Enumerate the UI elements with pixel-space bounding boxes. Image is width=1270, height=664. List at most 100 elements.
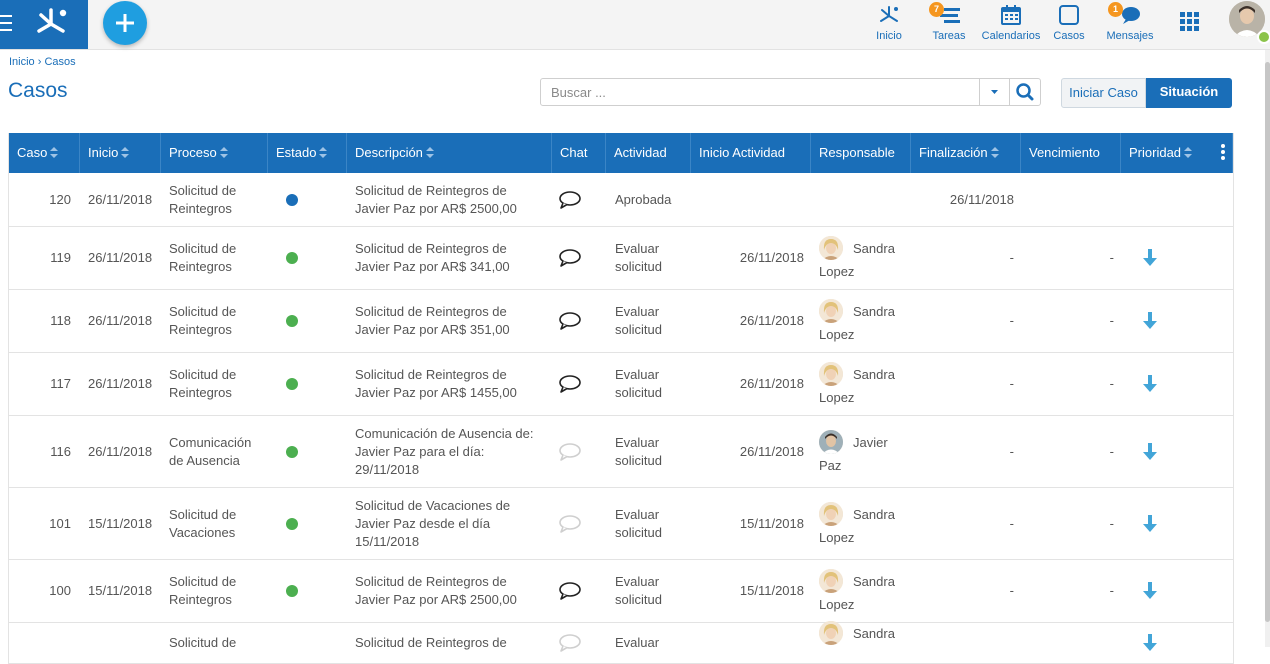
cases-icon xyxy=(1059,5,1079,25)
search-input[interactable] xyxy=(540,78,980,106)
sort-icon[interactable] xyxy=(1184,147,1193,158)
status-dot xyxy=(286,378,298,390)
chat-icon[interactable] xyxy=(558,581,582,601)
responsible-last-name: Lopez xyxy=(819,597,855,612)
app-logo-icon[interactable] xyxy=(33,4,69,40)
table-row[interactable]: 100 15/11/2018 Solicitud de Reintegros Solic… xyxy=(9,560,1233,623)
column-header-descripcion[interactable]: Descripción xyxy=(347,133,552,173)
case-number: 101 xyxy=(49,516,71,531)
column-header-proceso[interactable]: Proceso xyxy=(161,133,268,173)
table-row[interactable]: Solicitud de Solicitud de Reintegros de Ev… xyxy=(9,621,1233,664)
description-line: Javier Paz por AR$ 351,00 xyxy=(355,322,510,337)
search-button[interactable] xyxy=(1009,78,1041,106)
table-row[interactable]: 116 26/11/2018 Comunicación de Ausencia Comu… xyxy=(9,416,1233,488)
process-name-line: Solicitud de xyxy=(169,241,237,256)
responsible-avatar xyxy=(819,299,843,323)
responsible-avatar xyxy=(819,362,843,386)
end-date: - xyxy=(1009,250,1014,265)
column-label-caso: Caso xyxy=(17,145,48,160)
responsible-avatar xyxy=(819,621,843,645)
due-date: - xyxy=(1109,516,1114,531)
priority-low-arrow-icon xyxy=(1143,375,1157,392)
chat-icon[interactable] xyxy=(558,248,582,268)
responsible-avatar xyxy=(819,430,843,454)
priority-low-arrow-icon xyxy=(1143,515,1157,532)
situacion-button[interactable]: Situación xyxy=(1146,78,1232,108)
column-label-finalizacion: Finalización xyxy=(919,145,988,160)
table-row[interactable]: 118 26/11/2018 Solicitud de Reintegros Solic… xyxy=(9,290,1233,353)
status-dot xyxy=(286,446,298,458)
breadcrumb-home[interactable]: Inicio xyxy=(9,56,35,68)
column-header-responsable[interactable]: Responsable xyxy=(811,133,911,173)
column-header-vencimiento[interactable]: Vencimiento xyxy=(1021,133,1121,173)
nav-mensajes[interactable]: 1 Mensajes xyxy=(1104,2,1156,46)
sort-icon[interactable] xyxy=(219,147,228,158)
case-number: 100 xyxy=(49,583,71,598)
status-dot xyxy=(286,252,298,264)
sort-icon[interactable] xyxy=(425,147,434,158)
column-header-actividad[interactable]: Actividad xyxy=(606,133,691,173)
responsible-last-name: Lopez xyxy=(819,390,855,405)
column-header-prioridad[interactable]: Prioridad xyxy=(1121,133,1233,173)
column-options-icon[interactable] xyxy=(1221,144,1225,162)
sort-icon[interactable] xyxy=(121,147,130,158)
end-date: - xyxy=(1009,313,1014,328)
column-header-inicio-actividad[interactable]: Inicio Actividad xyxy=(691,133,811,173)
table-row[interactable]: 119 26/11/2018 Solicitud de Reintegros Solic… xyxy=(9,227,1233,290)
priority-low-arrow-icon xyxy=(1143,312,1157,329)
nav-tareas[interactable]: 7 Tareas xyxy=(928,2,970,46)
add-button[interactable] xyxy=(103,1,147,45)
table-row[interactable]: 120 26/11/2018 Solicitud de Reintegros Solic… xyxy=(9,173,1233,227)
nav-calendarios[interactable]: Calendarios xyxy=(980,4,1042,46)
process-name-line: Vacaciones xyxy=(169,525,236,540)
chat-icon[interactable] xyxy=(558,514,582,534)
chat-icon[interactable] xyxy=(558,311,582,331)
iniciar-caso-button[interactable]: Iniciar Caso xyxy=(1061,78,1146,108)
description-line: Solicitud de Reintegros de xyxy=(355,367,507,382)
activity-line: solicitud xyxy=(615,385,662,400)
process-name-line: Solicitud de xyxy=(169,183,237,198)
column-header-caso[interactable]: Caso xyxy=(9,133,80,173)
nav-inicio[interactable]: Inicio xyxy=(868,4,910,46)
tareas-badge: 7 xyxy=(929,2,944,17)
activity-start-date: 26/11/2018 xyxy=(739,313,804,328)
process-name: Comunicación de Ausencia xyxy=(169,434,264,470)
column-header-chat[interactable]: Chat xyxy=(552,133,606,173)
column-header-finalizacion[interactable]: Finalización xyxy=(911,133,1021,173)
process-name-line: Solicitud de xyxy=(169,635,237,650)
chat-icon[interactable] xyxy=(558,374,582,394)
activity-line: Aprobada xyxy=(615,192,672,207)
start-date: 26/11/2018 xyxy=(88,250,153,265)
vertical-scrollbar[interactable] xyxy=(1265,50,1270,647)
hamburger-menu-icon[interactable] xyxy=(0,15,12,33)
activity: Evaluar xyxy=(615,634,695,652)
search-filter-dropdown[interactable] xyxy=(979,78,1010,106)
responsible-avatar xyxy=(819,569,843,593)
column-header-inicio[interactable]: Inicio xyxy=(80,133,161,173)
apps-grid-icon[interactable] xyxy=(1180,12,1199,31)
sort-icon[interactable] xyxy=(50,147,59,158)
description: Solicitud de Reintegros de Javier Paz por… xyxy=(355,182,550,218)
start-date: 26/11/2018 xyxy=(88,444,153,459)
activity: Evaluar solicitud xyxy=(615,434,695,470)
sort-icon[interactable] xyxy=(990,147,999,158)
process-name: Solicitud de Reintegros xyxy=(169,366,264,402)
chat-icon[interactable] xyxy=(558,442,582,462)
breadcrumb-current: Casos xyxy=(44,56,76,68)
chat-icon[interactable] xyxy=(558,190,582,210)
sort-icon[interactable] xyxy=(319,147,328,158)
column-label-estado: Estado xyxy=(276,145,317,160)
start-date: 26/11/2018 xyxy=(88,376,153,391)
status-dot xyxy=(286,194,298,206)
chat-icon[interactable] xyxy=(558,633,582,653)
mensajes-badge: 1 xyxy=(1108,2,1123,17)
responsible-first-name: Sandra xyxy=(853,507,895,522)
breadcrumb-separator: › xyxy=(37,56,42,68)
column-header-estado[interactable]: Estado xyxy=(268,133,347,173)
case-number: 118 xyxy=(50,313,71,328)
table-row[interactable]: 117 26/11/2018 Solicitud de Reintegros Solic… xyxy=(9,353,1233,416)
table-row[interactable]: 101 15/11/2018 Solicitud de Vacaciones Solic… xyxy=(9,488,1233,560)
nav-casos[interactable]: Casos xyxy=(1050,4,1088,46)
end-date: - xyxy=(1009,376,1014,391)
process-name: Solicitud de Reintegros xyxy=(169,303,264,339)
